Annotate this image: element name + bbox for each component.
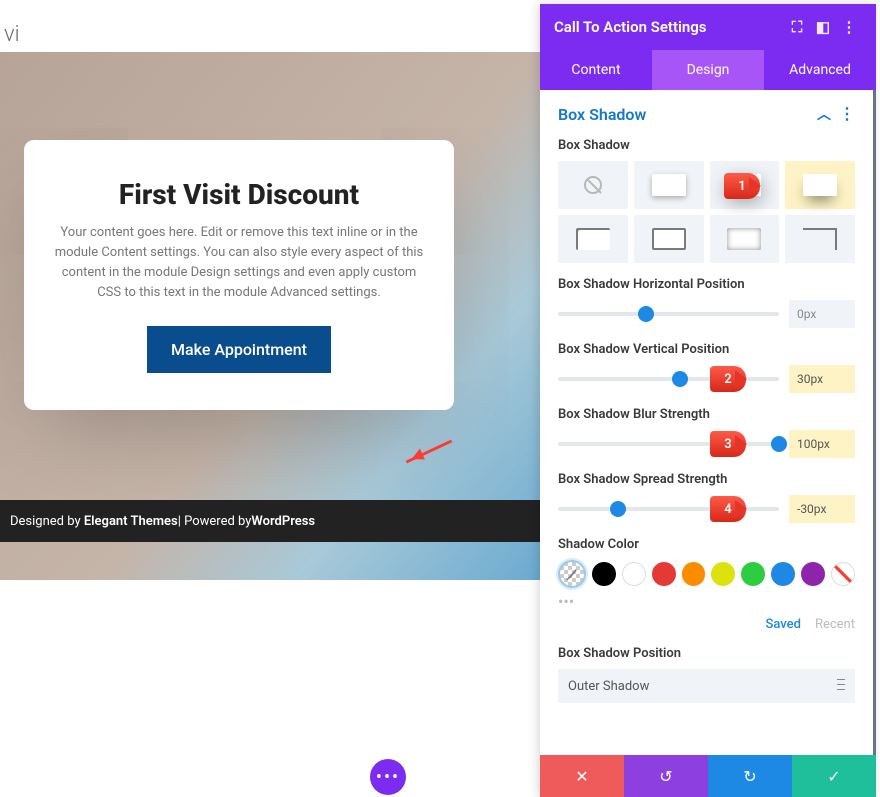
page-preview: vi First Visit Discount Your content goe…	[0, 0, 540, 797]
settings-tabs: Content Design Advanced	[540, 50, 876, 90]
cta-card: First Visit Discount Your content goes h…	[24, 140, 454, 410]
label-color: Shadow Color	[558, 537, 855, 552]
color-swatch[interactable]	[592, 562, 616, 586]
color-swatch[interactable]	[622, 562, 646, 586]
shadow-preset-none[interactable]	[558, 161, 628, 209]
color-swatch[interactable]	[682, 562, 706, 586]
color-tabs: Saved Recent	[558, 617, 855, 632]
divi-fab-button[interactable]: •••	[370, 759, 406, 795]
shadow-preset-6[interactable]	[710, 215, 780, 263]
shadow-preset-7[interactable]	[785, 215, 855, 263]
label-boxshadow: Box Shadow	[558, 138, 855, 153]
expand-icon[interactable]: ⛶	[784, 18, 810, 36]
footer-platform-link[interactable]: WordPress	[251, 514, 315, 529]
color-swatches	[558, 560, 855, 588]
slider-blur: 100px 3	[558, 430, 855, 458]
color-swatch[interactable]	[831, 562, 855, 586]
settings-panel: Call To Action Settings ⛶ ◧ ⋮ Content De…	[540, 4, 876, 797]
color-swatch[interactable]	[771, 562, 795, 586]
color-swatch[interactable]	[741, 562, 765, 586]
color-swatch[interactable]	[711, 562, 735, 586]
color-picker-button[interactable]	[558, 560, 586, 588]
shadow-preset-1[interactable]	[634, 161, 704, 209]
tab-content[interactable]: Content	[540, 50, 652, 90]
tab-design[interactable]: Design	[652, 50, 764, 90]
label-blur: Box Shadow Blur Strength	[558, 407, 855, 422]
color-tab-recent[interactable]: Recent	[815, 617, 855, 632]
footer-theme-link[interactable]: Elegant Themes	[84, 514, 178, 529]
section-header[interactable]: Box Shadow ︿ ⋮	[558, 104, 855, 124]
more-colors-icon[interactable]: •••	[558, 592, 855, 611]
chevron-up-icon[interactable]: ︿	[817, 104, 831, 124]
cancel-button[interactable]: ✕	[540, 755, 624, 797]
shadow-preset-3[interactable]	[785, 161, 855, 209]
label-position: Box Shadow Position	[558, 646, 855, 661]
panel-header: Call To Action Settings ⛶ ◧ ⋮	[540, 4, 876, 50]
label-spread: Box Shadow Spread Strength	[558, 472, 855, 487]
color-swatch[interactable]	[801, 562, 825, 586]
annotation-4: 4	[710, 496, 746, 522]
annotation-1: 1	[724, 173, 760, 199]
shadow-preset-4[interactable]	[558, 215, 628, 263]
color-swatch[interactable]	[652, 562, 676, 586]
more-icon[interactable]: ⋮	[836, 18, 862, 36]
color-tab-saved[interactable]: Saved	[766, 617, 801, 632]
panel-title: Call To Action Settings	[554, 18, 707, 36]
annotation-3: 3	[710, 431, 746, 457]
site-footer: Designed by Elegant Themes | Powered by …	[0, 500, 540, 542]
input-vpos[interactable]: 30px	[789, 365, 855, 393]
section-more-icon[interactable]: ⋮	[839, 106, 855, 122]
slider-hpos: 0px	[558, 300, 855, 328]
input-blur[interactable]: 100px	[789, 430, 855, 458]
shadow-preset-grid: 1	[558, 161, 855, 263]
label-hpos: Box Shadow Horizontal Position	[558, 277, 855, 292]
input-hpos[interactable]: 0px	[789, 300, 855, 328]
annotation-2: 2	[710, 366, 746, 392]
cta-description: Your content goes here. Edit or remove t…	[52, 223, 426, 304]
tab-advanced[interactable]: Advanced	[764, 50, 876, 90]
input-spread[interactable]: -30px	[789, 495, 855, 523]
site-logo: vi	[4, 22, 20, 47]
save-button[interactable]: ✓	[792, 755, 876, 797]
snap-icon[interactable]: ◧	[810, 18, 836, 36]
slider-hpos-track[interactable]	[558, 304, 779, 324]
select-shadow-position[interactable]: Outer Shadow	[558, 669, 855, 703]
redo-button[interactable]: ↻	[708, 755, 792, 797]
slider-spread: -30px 4	[558, 495, 855, 523]
panel-footer: ✕ ↺ ↻ ✓	[540, 755, 876, 797]
slider-vpos: 30px 2	[558, 365, 855, 393]
shadow-preset-5[interactable]	[634, 215, 704, 263]
undo-button[interactable]: ↺	[624, 755, 708, 797]
cta-title: First Visit Discount	[52, 178, 426, 211]
panel-body: Box Shadow ︿ ⋮ Box Shadow 1 Box Shadow H…	[540, 90, 876, 755]
label-vpos: Box Shadow Vertical Position	[558, 342, 855, 357]
cta-button[interactable]: Make Appointment	[147, 326, 331, 373]
